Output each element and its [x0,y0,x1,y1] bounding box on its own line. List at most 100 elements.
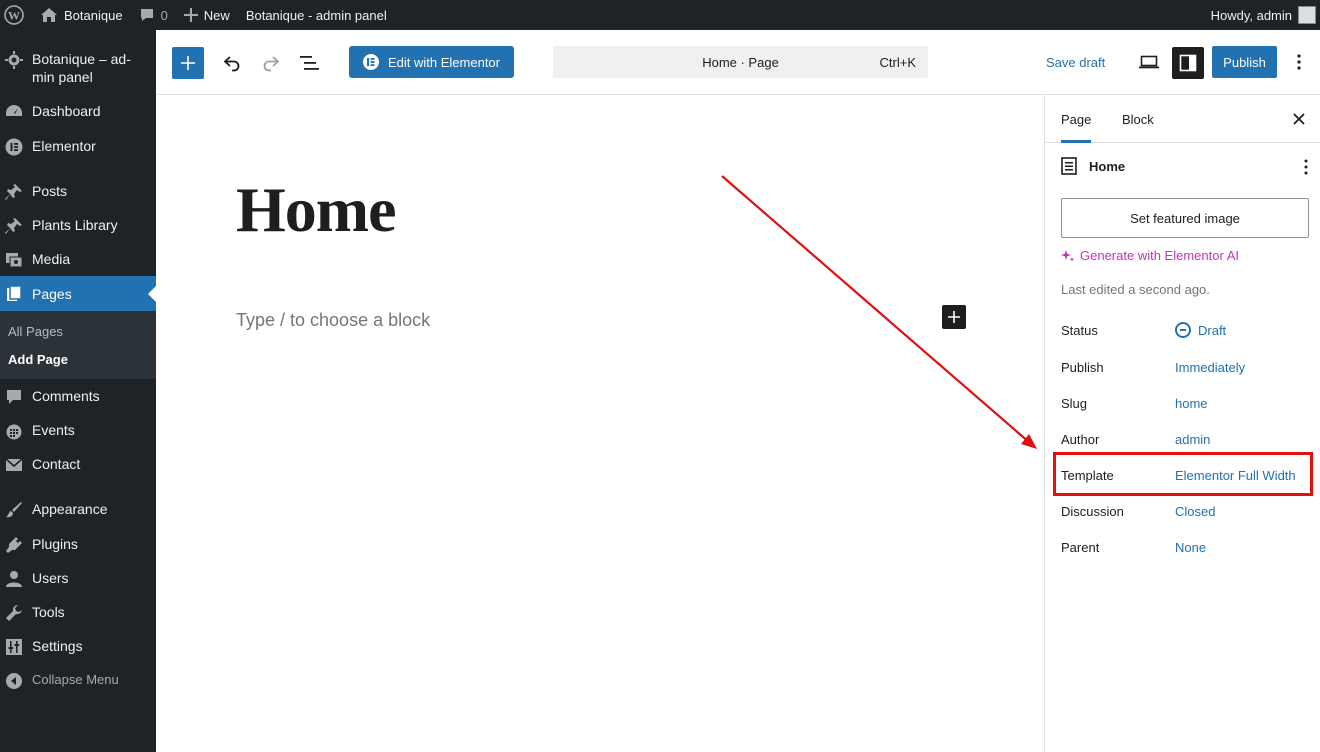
menu-settings[interactable]: Settings [0,637,156,657]
edit-with-elementor-button[interactable]: Edit with Elementor [349,46,514,78]
comments-link[interactable]: 0 [131,0,176,30]
submenu-all-pages[interactable]: All Pages [8,324,63,339]
avatar [1298,6,1316,24]
settings-icon [4,637,24,657]
parent-row: Parent None [1061,535,1311,559]
collapse-menu-button[interactable]: Collapse Menu [0,671,156,691]
laptop-icon [1139,55,1159,69]
wordpress-logo[interactable]: W [0,0,32,30]
command-shortcut: Ctrl+K [879,55,916,70]
more-vertical-icon [1297,54,1301,70]
status-label: Status [1061,322,1098,338]
comments-count: 0 [160,7,168,23]
editor-header: Edit with Elementor Home · Page Ctrl+K S… [156,30,1320,95]
menu-label: Users [32,570,69,586]
publish-date-value[interactable]: Immediately [1175,360,1245,375]
howdy-label: Howdy, admin [1210,7,1292,23]
generate-ai-link[interactable]: Generate with Elementor AI [1061,248,1239,263]
list-view-icon [300,56,319,70]
settings-panel: Page Block Home Set featured image Gener… [1044,95,1320,752]
sparkle-icon [1061,249,1075,262]
pages-submenu: All Pages Add Page [0,311,156,379]
tab-block[interactable]: Block [1122,95,1154,143]
plus-icon [181,56,195,70]
undo-button[interactable] [216,47,248,79]
site-name-link[interactable]: Botanique [32,0,131,30]
menu-label: Appearance [32,501,108,517]
panel-tabs: Page Block [1045,95,1320,143]
document-overview-button[interactable] [294,47,326,79]
page-title[interactable]: Home [236,173,396,247]
menu-media[interactable]: Media [0,250,156,270]
gear-icon [4,50,24,70]
menu-tools[interactable]: Tools [0,603,156,623]
close-panel-button[interactable] [1287,107,1311,131]
menu-plants-library[interactable]: Plants Library [0,216,156,236]
submenu-add-page[interactable]: Add Page [8,352,68,367]
status-value-label: Draft [1198,322,1227,338]
settings-sidebar-toggle[interactable] [1172,47,1204,79]
add-block-button[interactable] [942,305,966,329]
user-icon [4,569,24,589]
publish-label: Publish [1223,54,1266,70]
save-draft-button[interactable]: Save draft [1046,46,1105,78]
preview-button[interactable] [1134,47,1164,77]
author-value[interactable]: admin [1175,432,1210,447]
wordpress-icon: W [4,5,24,25]
menu-elementor[interactable]: Elementor [0,137,156,157]
author-label: Author [1061,431,1100,447]
tab-label: Page [1061,111,1092,127]
menu-label: Tools [32,604,65,620]
block-inserter-button[interactable] [172,47,204,79]
menu-label: Botanique – ad-min panel [32,51,131,85]
options-menu-button[interactable] [1287,47,1311,77]
menu-users[interactable]: Users [0,569,156,589]
document-header: Home [1061,157,1125,175]
menu-contact[interactable]: Contact [0,455,156,475]
slug-row: Slug home [1061,391,1311,415]
menu-comments[interactable]: Comments [0,387,156,407]
plus-icon [183,8,198,22]
publish-row: Publish Immediately [1061,355,1311,379]
set-featured-image-button[interactable]: Set featured image [1061,198,1309,238]
command-palette-button[interactable]: Home · Page Ctrl+K [553,46,928,78]
menu-dashboard[interactable]: Dashboard [0,102,156,122]
slug-value[interactable]: home [1175,396,1208,411]
new-label: New [203,7,230,23]
menu-appearance[interactable]: Appearance [0,500,156,520]
new-content-link[interactable]: New [176,0,238,30]
menu-events[interactable]: Events [0,421,156,441]
ai-link-label: Generate with Elementor AI [1080,248,1239,263]
calendar-icon [4,421,24,441]
redo-button[interactable] [255,47,287,79]
close-icon [1293,113,1305,125]
menu-site-admin[interactable]: Botanique – ad-min panel [0,50,156,86]
svg-text:W: W [8,9,20,23]
comment-icon [140,9,153,21]
dashboard-icon [4,102,24,122]
menu-label: Collapse Menu [32,672,119,687]
site-link-label: Botanique - admin panel [245,7,387,23]
block-placeholder[interactable]: Type / to choose a block [236,310,430,331]
status-value[interactable]: Draft [1175,322,1226,338]
editor-canvas[interactable]: Home Type / to choose a block [156,95,1044,752]
menu-label: Contact [32,456,81,472]
menu-plugins[interactable]: Plugins [0,535,156,555]
menu-label: Elementor [32,138,96,154]
parent-value[interactable]: None [1175,540,1206,555]
elementor-icon [363,54,379,70]
tab-page[interactable]: Page [1061,95,1091,143]
parent-label: Parent [1061,539,1100,555]
home-icon [41,8,57,22]
publish-button[interactable]: Publish [1212,46,1277,78]
discussion-value[interactable]: Closed [1175,504,1215,519]
my-account[interactable]: Howdy, admin [1203,0,1320,30]
pin-icon [4,182,24,202]
menu-posts[interactable]: Posts [0,182,156,202]
menu-pages[interactable]: Pages [0,276,156,311]
document-title: Home [1089,158,1126,174]
site-link[interactable]: Botanique - admin panel [238,0,395,30]
slug-label: Slug [1061,395,1088,411]
publish-label: Publish [1061,359,1104,375]
document-actions-button[interactable] [1304,159,1308,178]
